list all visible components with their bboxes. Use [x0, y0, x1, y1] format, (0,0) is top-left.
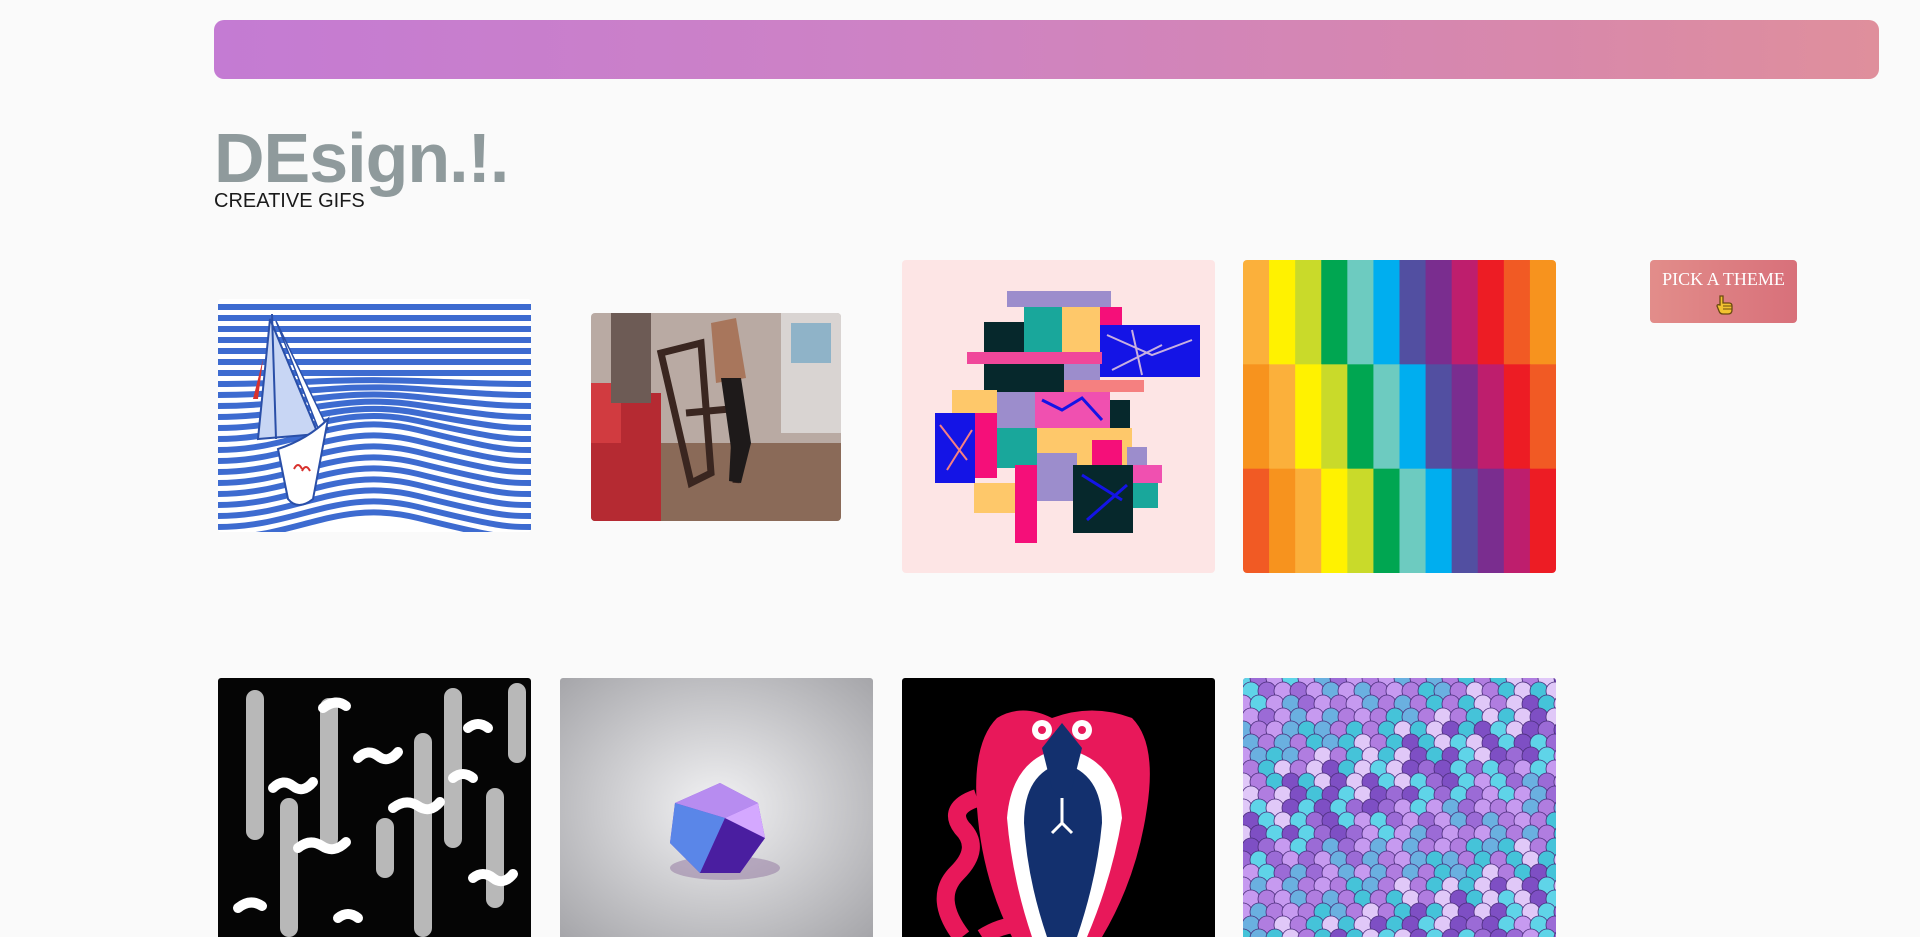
sequins-pattern-gif[interactable]: [1243, 678, 1556, 937]
rainbow-stripes-gif[interactable]: [1243, 260, 1556, 573]
falling-rain-gif[interactable]: [218, 678, 531, 937]
pointing-hand-icon: [1715, 295, 1733, 315]
cobra-snake-gif[interactable]: [902, 678, 1215, 937]
site-subtitle: CREATIVE GIFS: [214, 190, 365, 212]
person-chair-gif[interactable]: [591, 313, 841, 521]
site-title: DEsign.!.: [214, 119, 509, 197]
pick-theme-label: PICK A THEME: [1662, 269, 1785, 289]
pick-theme-button[interactable]: PICK A THEME: [1650, 260, 1797, 323]
top-banner: [214, 20, 1879, 79]
crystal-gem-gif[interactable]: [560, 678, 873, 937]
abstract-collage-gif[interactable]: [902, 260, 1215, 573]
sailboat-waves-gif[interactable]: [218, 299, 531, 532]
page: DEsign.!. CREATIVE GIFS PICK A THEME: [0, 0, 1920, 937]
